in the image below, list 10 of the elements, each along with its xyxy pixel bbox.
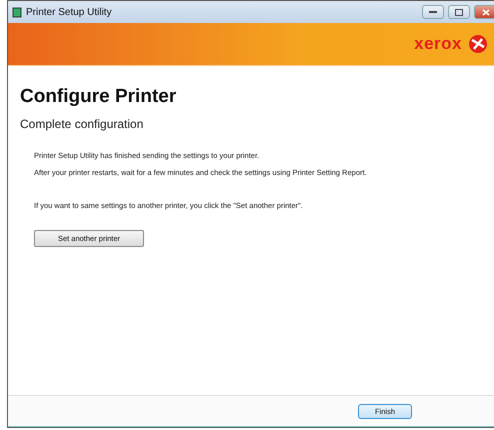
window-title: Printer Setup Utility <box>26 6 113 18</box>
maximize-icon <box>455 8 463 16</box>
page-heading: Configure Printer <box>20 86 178 108</box>
page-subheading: Complete configuration <box>20 117 144 131</box>
close-button[interactable] <box>474 5 494 19</box>
close-icon <box>482 8 490 16</box>
minimize-button[interactable] <box>422 5 444 19</box>
logo-text: xerox <box>414 34 462 54</box>
maximize-button[interactable] <box>448 5 470 19</box>
minimize-icon <box>429 10 437 14</box>
